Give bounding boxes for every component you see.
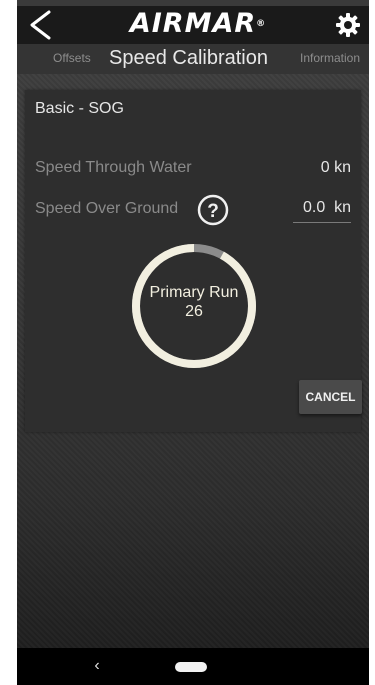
progress-label: Primary Run <box>149 284 239 301</box>
brand-name: AIRMAR <box>129 8 257 39</box>
settings-button[interactable] <box>335 12 361 38</box>
app-header: AIRMAR® <box>17 6 369 44</box>
registered-mark: ® <box>256 19 267 29</box>
help-button[interactable]: ? <box>197 194 229 226</box>
svg-text:?: ? <box>207 201 219 222</box>
chevron-left-icon <box>30 10 51 40</box>
tab-speed-calibration[interactable]: Speed Calibration <box>109 44 268 74</box>
speed-through-water-value: 0 kn <box>320 159 351 176</box>
progress-text: Primary Run 26 <box>130 283 258 321</box>
question-circle-icon: ? <box>197 194 229 226</box>
system-nav-bar: ‹ <box>17 648 369 685</box>
gear-icon <box>336 13 360 37</box>
progress-count: 26 <box>185 303 203 320</box>
tab-information[interactable]: Information <box>300 44 360 74</box>
speed-over-ground-input[interactable] <box>293 196 351 223</box>
tab-offsets[interactable]: Offsets <box>53 44 91 74</box>
panel-title: Basic - SOG <box>35 100 124 117</box>
back-button[interactable] <box>23 8 57 42</box>
nav-back-icon[interactable]: ‹ <box>89 656 105 676</box>
main-content: Basic - SOG Speed Through Water 0 kn Spe… <box>17 74 369 648</box>
cancel-button[interactable]: CANCEL <box>299 380 362 414</box>
speed-over-ground-label: Speed Over Ground <box>35 200 179 217</box>
speed-through-water-label: Speed Through Water <box>35 159 192 176</box>
calibration-panel: Basic - SOG Speed Through Water 0 kn Spe… <box>25 90 362 432</box>
tab-bar: Offsets Speed Calibration Information <box>17 44 369 74</box>
phone-screen: AIRMAR® Offsets Speed Calibration Inform… <box>17 0 369 685</box>
nav-home-icon[interactable] <box>175 662 207 672</box>
brand-logo: AIRMAR® <box>113 8 283 40</box>
